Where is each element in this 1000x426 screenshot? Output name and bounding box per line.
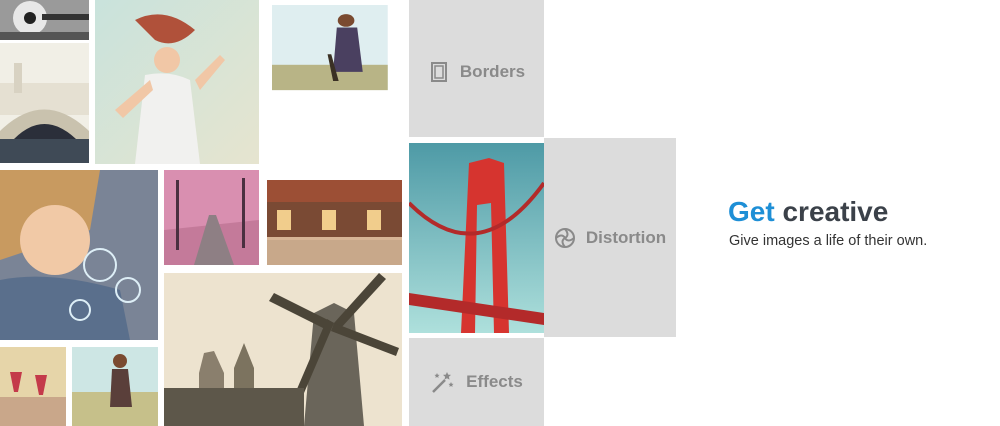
field-girl-photo xyxy=(72,347,158,426)
distortion-feature[interactable]: Distortion xyxy=(544,138,676,337)
glasses-table-photo xyxy=(0,347,66,426)
headline: Get creative xyxy=(728,196,888,228)
tagline: Give images a life of their own. xyxy=(729,233,928,249)
dancing-woman-photo xyxy=(95,0,259,164)
guitar-photo xyxy=(0,0,89,40)
borders-label: Borders xyxy=(459,61,526,81)
headline-rest: creative xyxy=(782,196,889,227)
magic-wand-icon xyxy=(432,372,454,393)
polaroid-guitar-photo xyxy=(267,0,402,172)
windmill-photo xyxy=(164,273,402,426)
distortion-icon xyxy=(554,227,575,248)
cafe-terrace-photo xyxy=(267,180,402,265)
borders-icon xyxy=(430,61,447,82)
rialto-bridge-photo xyxy=(0,43,89,163)
headline-accent: Get xyxy=(728,196,775,227)
borders-feature[interactable]: Borders xyxy=(409,0,544,143)
distortion-label: Distortion xyxy=(585,227,667,247)
child-bubbles-photo xyxy=(0,170,158,340)
pink-trees-path-photo xyxy=(164,170,259,265)
golden-gate-bridge-photo xyxy=(409,143,544,333)
effects-feature[interactable]: Effects xyxy=(409,338,544,426)
effects-label: Effects xyxy=(466,372,523,391)
